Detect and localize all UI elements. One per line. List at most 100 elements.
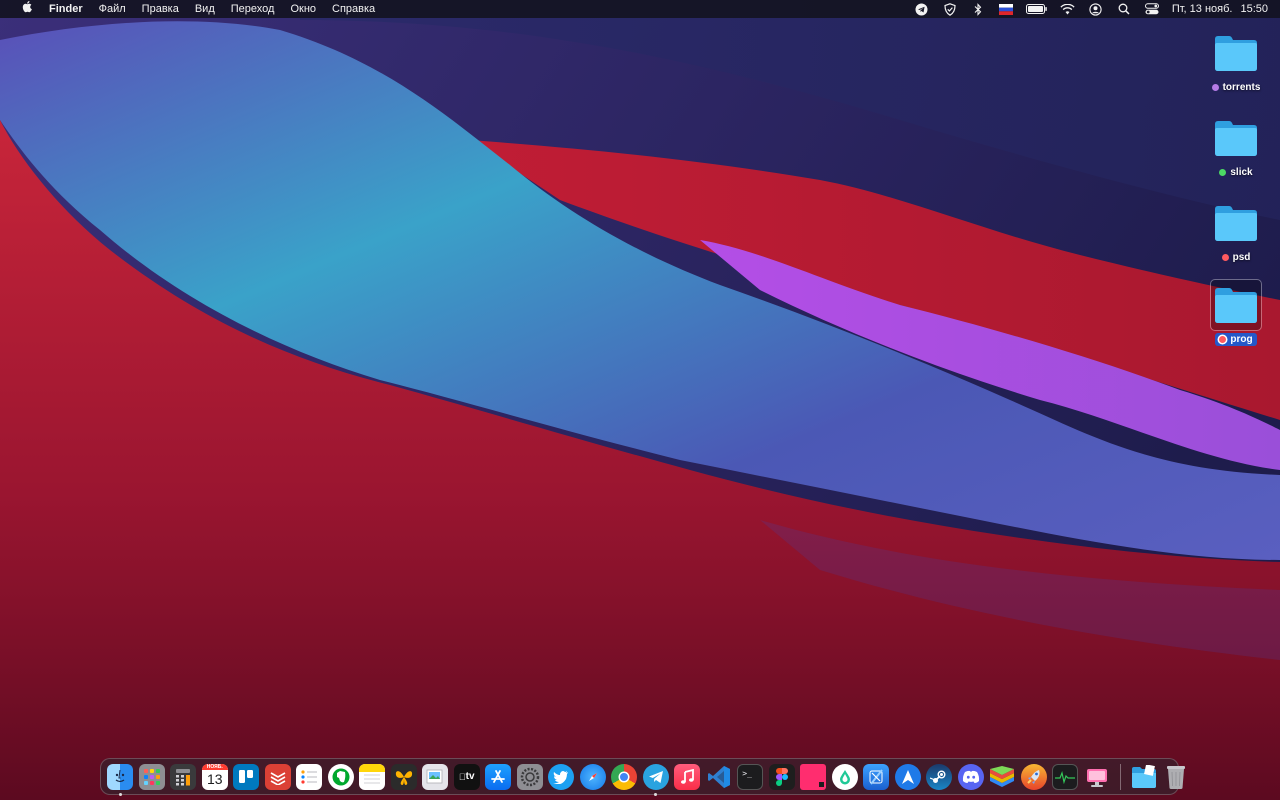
trello-icon [233, 763, 260, 790]
rocket-icon [1020, 763, 1047, 790]
user-icon[interactable] [1088, 2, 1104, 16]
desktop-folder-prog[interactable]: prog [1200, 279, 1272, 356]
dock-rocket-app[interactable] [1020, 763, 1049, 791]
dock-activity-monitor[interactable] [1051, 763, 1080, 791]
menu-bar: Finder Файл Правка Вид Переход Окно Спра… [0, 0, 1280, 18]
dock-preview[interactable] [421, 763, 450, 791]
apple-tv-icon: tv [453, 763, 480, 790]
twitter-icon [548, 763, 575, 790]
menu-go[interactable]: Переход [223, 0, 283, 18]
dock-launchpad[interactable] [138, 763, 167, 791]
figma-icon [768, 763, 795, 790]
dock-screen-sharing[interactable] [1083, 763, 1112, 791]
dock-music[interactable] [673, 763, 702, 791]
dock-xcode[interactable] [862, 763, 891, 791]
menu-view[interactable]: Вид [187, 0, 223, 18]
tag-purple-icon [1211, 84, 1219, 91]
dock-evernote[interactable] [327, 763, 356, 791]
dock-drop[interactable] [831, 763, 860, 791]
dock-chrome[interactable] [610, 763, 639, 791]
clock-time: 15:50 [1240, 3, 1268, 15]
dock-separator [1120, 763, 1121, 790]
dock-pink-app[interactable] [799, 763, 828, 791]
telegram-icon [642, 763, 669, 790]
vscode-icon [706, 764, 732, 790]
menu-clock[interactable]: Пт, 13 нояб. 15:50 [1172, 3, 1268, 15]
dock-figma[interactable] [768, 763, 797, 791]
terminal-icon: >_ [737, 763, 764, 790]
desktop-folder-torrents[interactable]: torrents [1200, 28, 1272, 104]
running-indicator [654, 792, 658, 796]
app-menu-finder[interactable]: Finder [41, 0, 91, 18]
control-center-icon[interactable] [1144, 2, 1160, 16]
folder-icon [1211, 198, 1261, 248]
dock-reminders[interactable] [295, 763, 324, 791]
dock-calendar[interactable]: НОЯБ. 13 [201, 763, 230, 791]
folder-name: psd [1232, 252, 1251, 263]
folder-icon [1211, 28, 1261, 78]
system-preferences-icon [516, 763, 543, 790]
battery-icon[interactable] [1026, 2, 1048, 16]
apple-tv-label: tv [462, 771, 475, 782]
drop-icon [831, 763, 858, 790]
folder-name: prog [1230, 334, 1253, 345]
desktop-folder-label: psd [1218, 251, 1255, 264]
finder-icon [107, 763, 134, 790]
music-icon [674, 763, 701, 790]
menu-window[interactable]: Окно [282, 0, 324, 18]
dock: НОЯБ. 13 tv >_ [100, 758, 1185, 796]
preview-icon [422, 763, 449, 790]
desktop-folder-psd[interactable]: psd [1200, 198, 1272, 274]
calculator-icon [170, 763, 197, 790]
dock-vscode[interactable] [705, 763, 734, 791]
wifi-icon[interactable] [1060, 2, 1076, 16]
dock-calculator[interactable] [169, 763, 198, 791]
folder-icon [1210, 279, 1262, 331]
calendar-icon: НОЯБ. 13 [201, 763, 228, 790]
dock-apple-tv[interactable]: tv [453, 763, 482, 791]
dock-app-store[interactable] [484, 763, 513, 791]
dock-steam[interactable] [925, 763, 954, 791]
dock-safari[interactable] [579, 763, 608, 791]
safari-icon [579, 763, 606, 790]
dock-finder[interactable] [106, 763, 135, 796]
menu-edit[interactable]: Правка [134, 0, 187, 18]
downloads-folder-icon [1131, 764, 1157, 790]
dock-telegram[interactable] [642, 763, 671, 796]
pink-square-icon [800, 763, 827, 790]
dock-downloads-stack[interactable] [1130, 763, 1159, 791]
desktop-folder-slick[interactable]: slick [1200, 113, 1272, 189]
dock-trello[interactable] [232, 763, 261, 791]
xcode-icon [863, 763, 890, 790]
apple-menu-icon[interactable] [14, 0, 41, 19]
bluestacks-icon [989, 764, 1015, 790]
folder-icon [1211, 113, 1261, 163]
dock-tes[interactable] [390, 763, 419, 791]
dock-terminal[interactable]: >_ [736, 763, 765, 791]
dock-trash[interactable] [1162, 763, 1191, 791]
todoist-icon [264, 763, 291, 790]
dock-bluestacks[interactable] [988, 763, 1017, 791]
menu-help[interactable]: Справка [324, 0, 383, 18]
tes-icon [390, 763, 417, 790]
app-store-icon [485, 763, 512, 790]
flag-ru-icon[interactable] [998, 2, 1014, 16]
evernote-icon [327, 763, 354, 790]
bluetooth-icon[interactable] [970, 2, 986, 16]
discord-icon [957, 763, 984, 790]
dock-arrow-app[interactable] [894, 763, 923, 791]
dock-todoist[interactable] [264, 763, 293, 791]
folder-name: torrents [1222, 82, 1261, 93]
dock-twitter[interactable] [547, 763, 576, 791]
dock-system-preferences[interactable] [516, 763, 545, 791]
calendar-day: 13 [206, 770, 223, 787]
dock-notes[interactable] [358, 763, 387, 791]
search-icon[interactable] [1116, 2, 1132, 16]
trash-icon [1163, 764, 1189, 790]
shield-icon[interactable] [942, 2, 958, 16]
dock-discord[interactable] [957, 763, 986, 791]
telegram-icon[interactable] [914, 2, 930, 16]
chrome-icon [611, 763, 638, 790]
tag-red-icon [1221, 254, 1229, 261]
menu-file[interactable]: Файл [91, 0, 134, 18]
